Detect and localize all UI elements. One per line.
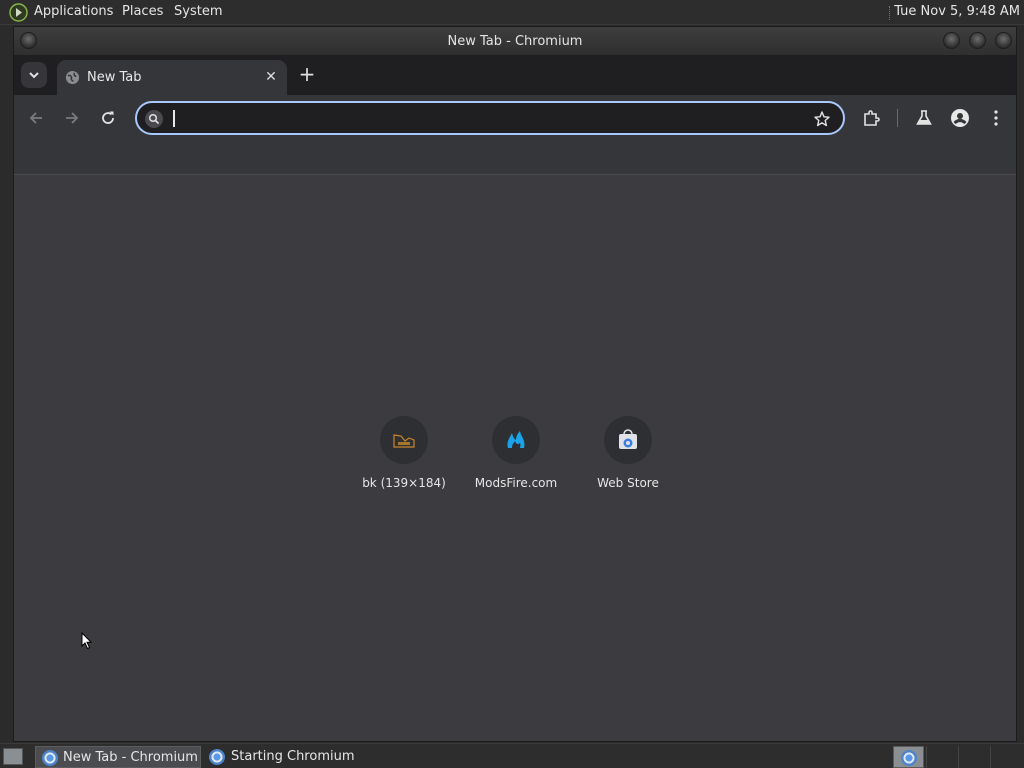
clock[interactable]: Tue Nov 5, 9:48 AM (894, 4, 1020, 19)
workspace-3[interactable] (958, 746, 988, 768)
chromium-icon (42, 750, 58, 766)
workspace-1[interactable] (893, 746, 924, 768)
address-bar[interactable] (135, 101, 845, 135)
chromium-window: New Tab - Chromium New Tab ✕ + bk (139×1… (13, 26, 1017, 742)
shortcut-label: bk (139×184) (362, 476, 446, 490)
bookmarks-bar (14, 141, 1016, 175)
reload-icon[interactable] (98, 108, 118, 128)
distro-logo-icon[interactable] (9, 3, 28, 22)
places-menu[interactable]: Places (122, 4, 163, 19)
close-window-button[interactable] (995, 32, 1012, 49)
panel-separator (889, 6, 891, 20)
shortcut-tile-web-store[interactable]: Web Store (572, 412, 684, 502)
taskbar-item-new-tab-chromium[interactable]: New Tab - Chromium (35, 746, 201, 768)
web-store-icon (604, 416, 652, 464)
mouse-pointer-icon (81, 632, 93, 650)
chevron-down-icon (29, 72, 39, 79)
workspace-2[interactable] (926, 746, 956, 768)
window-titlebar[interactable]: New Tab - Chromium (14, 27, 1016, 55)
workspace-4[interactable] (990, 746, 1020, 768)
shortcut-tile-bk[interactable]: bk (139×184) (348, 412, 460, 502)
system-menu[interactable]: System (174, 4, 222, 19)
taskbar-item-label: Starting Chromium (231, 749, 355, 764)
top-panel: Applications Places System Tue Nov 5, 9:… (0, 0, 1024, 25)
search-icon (145, 110, 163, 128)
text-caret (173, 110, 175, 127)
show-desktop-icon[interactable] (3, 748, 23, 765)
chromium-icon (901, 750, 917, 766)
shortcut-label: Web Store (597, 476, 659, 490)
modsfire-flame-icon (492, 416, 540, 464)
new-tab-page: bk (139×184) ModsFire.com Web Store (14, 176, 1016, 741)
labs-flask-icon[interactable] (914, 108, 934, 128)
tab-search-button[interactable] (21, 62, 47, 88)
forward-arrow-icon[interactable] (62, 108, 82, 128)
toolbar-divider (897, 109, 898, 127)
omnibox-input[interactable] (171, 108, 801, 128)
minimize-button[interactable] (943, 32, 960, 49)
globe-icon (65, 70, 80, 85)
chromium-icon (209, 749, 225, 765)
bottom-panel: New Tab - Chromium Starting Chromium (0, 743, 1024, 768)
tab-close-icon[interactable]: ✕ (263, 69, 279, 85)
maximize-button[interactable] (969, 32, 986, 49)
bookmark-star-icon[interactable] (813, 110, 831, 128)
bk-thumbnail-icon (380, 416, 428, 464)
applications-menu[interactable]: Applications (34, 4, 113, 19)
window-title: New Tab - Chromium (447, 34, 583, 49)
tab-new-tab[interactable]: New Tab ✕ (57, 60, 287, 95)
taskbar-item-label: New Tab - Chromium (63, 750, 198, 765)
back-arrow-icon[interactable] (26, 108, 46, 128)
shortcut-tile-modsfire[interactable]: ModsFire.com (460, 412, 572, 502)
extensions-puzzle-icon[interactable] (861, 108, 881, 128)
shortcut-label: ModsFire.com (474, 476, 558, 490)
profile-avatar-icon[interactable] (950, 108, 970, 128)
browser-toolbar (14, 95, 1016, 141)
more-vert-icon[interactable] (986, 108, 1006, 128)
tab-strip: New Tab ✕ + (14, 55, 1016, 95)
new-tab-button[interactable]: + (297, 64, 317, 85)
taskbar-item-starting-chromium[interactable]: Starting Chromium (203, 746, 371, 768)
tab-title: New Tab (87, 70, 142, 85)
